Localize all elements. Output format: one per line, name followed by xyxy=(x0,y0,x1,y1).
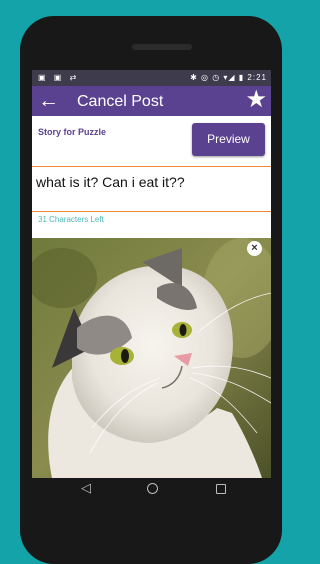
remove-photo-button[interactable]: × xyxy=(247,241,262,256)
post-text-value: what is it? Can i eat it?? xyxy=(36,174,185,190)
story-label: Story for Puzzle xyxy=(38,127,107,137)
clock: 2:21 xyxy=(247,73,267,82)
post-text-field[interactable]: what is it? Can i eat it?? xyxy=(32,166,271,212)
characters-left-counter: 31 Characters Left xyxy=(38,215,104,224)
android-nav-bar: ◁ xyxy=(32,476,271,506)
app-screen: ▣ ▣ ⇄ ✱ ◎ ◷ ▾◢ ▮ 2:21 ← Cancel Post ★ St… xyxy=(32,70,271,478)
star-icon[interactable]: ★ xyxy=(245,86,267,114)
nav-recents-icon[interactable] xyxy=(216,484,226,494)
speaker-grille xyxy=(132,44,192,50)
status-bar: ▣ ▣ ⇄ ✱ ◎ ◷ ▾◢ ▮ 2:21 xyxy=(32,70,271,86)
back-arrow-icon[interactable]: ← xyxy=(38,88,59,114)
app-bar: ← Cancel Post ★ xyxy=(32,86,271,116)
preview-button[interactable]: Preview xyxy=(192,123,265,156)
status-icons: ✱ ◎ ◷ ▾◢ ▮ 2:21 xyxy=(190,73,267,82)
cat-photo xyxy=(32,238,271,478)
nav-home-icon[interactable] xyxy=(147,483,158,494)
system-icons: ✱ ◎ ◷ ▾◢ ▮ xyxy=(190,73,245,82)
notification-icons: ▣ ▣ ⇄ xyxy=(38,73,80,82)
cancel-post-title[interactable]: Cancel Post xyxy=(77,93,163,111)
nav-back-icon[interactable]: ◁ xyxy=(81,480,91,496)
